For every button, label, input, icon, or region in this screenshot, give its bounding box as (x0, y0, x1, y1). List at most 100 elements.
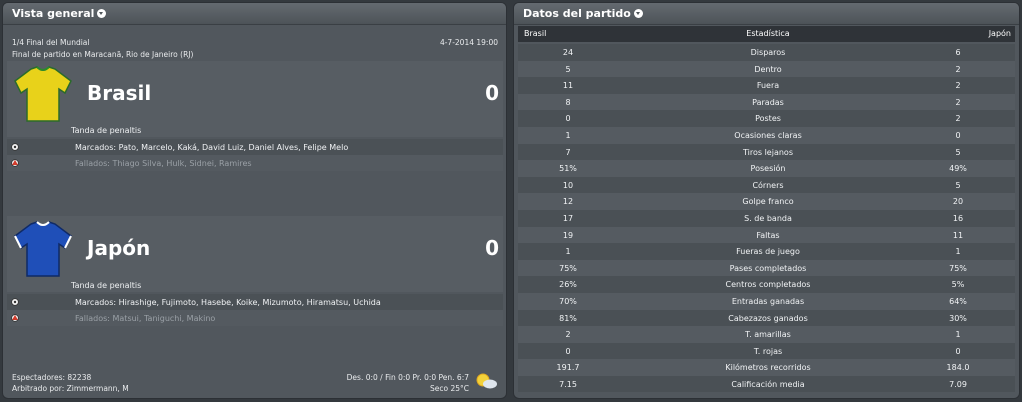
match-venue: Final de partido en Maracanã, Rio de Jan… (12, 50, 194, 59)
stat-row: 17 S. de banda 16 (518, 209, 1015, 227)
stat-label: Centros completados (725, 280, 811, 290)
stats-table-body: 24 Disparos 6 5 Dentro 2 11 Fuera 2 8 Paradas 2 0 Pos… (518, 44, 1015, 393)
stat-label: Posesión (750, 164, 786, 174)
column-stat[interactable]: Estadística (668, 29, 868, 38)
stat-row: 51% Posesión 49% (518, 160, 1015, 177)
stat-home-value: 10 (562, 180, 574, 190)
stat-row: 5 Dentro 2 (518, 60, 1015, 78)
stat-label: Fueras de juego (736, 247, 800, 257)
stat-label: Pases completados (729, 263, 807, 273)
ball-icon (11, 143, 19, 151)
stat-away-value: 6 (955, 48, 961, 57)
dropdown-icon[interactable] (97, 9, 107, 18)
stats-header[interactable]: Datos del partido (514, 3, 1019, 25)
stat-away-value: 5 (955, 147, 961, 157)
stat-away-value: 7.09 (949, 379, 967, 389)
stat-away-value: 2 (955, 114, 961, 124)
stat-away-value: 11 (952, 230, 964, 240)
away-missed-text: Fallados: Matsui, Taniguchi, Makino (75, 313, 216, 323)
stat-home-value: 26% (559, 280, 577, 290)
home-penalties-label: Tanda de penaltis (71, 126, 142, 135)
stat-away-value: 5 (955, 180, 961, 190)
stat-away-value: 64% (949, 296, 967, 306)
match-stats-panel: Datos del partido Brasil Estadística Jap… (513, 2, 1020, 399)
home-team-score: 0 (485, 81, 499, 105)
stat-label: Ocasiones claras (734, 130, 802, 140)
stat-away-value: 2 (955, 64, 961, 74)
stat-away-value: 20 (952, 197, 964, 207)
stat-label: Fuera (756, 81, 780, 91)
stat-home-value: 7 (565, 147, 571, 157)
stat-row: 1 Ocasiones claras 0 (518, 126, 1015, 144)
missed-ball-icon (11, 314, 19, 322)
stat-row: 0 T. rojas 0 (518, 342, 1015, 360)
stat-label: T. amarillas (745, 330, 791, 340)
ball-icon (11, 298, 19, 306)
stat-away-value: 1 (955, 330, 961, 340)
stat-home-value: 2 (565, 330, 571, 340)
stat-row: 81% Cabezazos ganados 30% (518, 309, 1015, 327)
away-shirt-icon (14, 221, 72, 277)
away-missed-row: Fallados: Matsui, Taniguchi, Makino (7, 310, 503, 326)
home-scored-text: Marcados: Pato, Marcelo, Kaká, David Lui… (75, 142, 349, 152)
stat-home-value: 19 (562, 230, 574, 240)
away-scored-text: Marcados: Hirashige, Fujimoto, Hasebe, K… (75, 297, 381, 307)
stat-label: Dentro (754, 64, 782, 74)
stat-row: 2 T. amarillas 1 (518, 326, 1015, 343)
stat-away-value: 16 (952, 213, 964, 223)
stat-home-value: 75% (559, 263, 577, 273)
away-team-score: 0 (485, 236, 499, 260)
stat-row: 1 Fueras de juego 1 (518, 243, 1015, 260)
stat-home-value: 12 (562, 197, 574, 207)
home-team-name[interactable]: Brasil (87, 81, 151, 105)
stat-home-value: 70% (559, 296, 577, 306)
stat-row: 7 Tiros lejanos 5 (518, 143, 1015, 161)
stat-away-value: 0 (955, 346, 961, 356)
stat-label: T. rojas (753, 346, 783, 356)
stat-home-value: 11 (562, 81, 574, 91)
stat-row: 7.15 Calificación media 7.09 (518, 375, 1015, 393)
column-away[interactable]: Japón (989, 29, 1011, 38)
stat-away-value: 5% (951, 280, 965, 290)
away-team-name[interactable]: Japón (87, 236, 150, 260)
stat-home-value: 24 (562, 48, 574, 57)
stat-row: 10 Córners 5 (518, 176, 1015, 194)
stat-away-value: 75% (949, 263, 967, 273)
stat-away-value: 184.0 (946, 363, 970, 373)
stat-label: Disparos (750, 48, 786, 57)
stat-row: 8 Paradas 2 (518, 93, 1015, 111)
missed-ball-icon (11, 159, 19, 167)
stat-label: Entradas ganadas (731, 296, 805, 306)
stat-away-value: 2 (955, 97, 961, 107)
stat-label: Postes (755, 114, 781, 124)
weather-text: Seco 25°C (429, 384, 469, 393)
home-missed-text: Fallados: Thiago Silva, Hulk, Sidnei, Ra… (75, 158, 252, 168)
stat-row: 24 Disparos 6 (518, 44, 1015, 61)
stat-row: 19 Faltas 11 (518, 226, 1015, 244)
stat-home-value: 1 (565, 247, 571, 257)
away-scored-row: Marcados: Hirashige, Fujimoto, Hasebe, K… (7, 294, 503, 310)
stat-row: 12 Golpe franco 20 (518, 193, 1015, 210)
stat-home-value: 0 (565, 114, 571, 124)
stat-label: Paradas (752, 97, 784, 107)
stat-home-value: 51% (559, 164, 577, 174)
home-scored-row: Marcados: Pato, Marcelo, Kaká, David Lui… (7, 139, 503, 155)
stat-away-value: 1 (955, 247, 961, 257)
stat-home-value: 8 (565, 97, 571, 107)
stat-home-value: 81% (559, 313, 577, 323)
dropdown-icon[interactable] (633, 9, 643, 18)
stat-away-value: 2 (955, 81, 961, 91)
stat-home-value: 1 (565, 130, 571, 140)
match-extra-info: Des. 0:0 / Fin 0:0 Pr. 0:0 Pen. 6:7 (346, 373, 469, 382)
match-round: 1/4 Final del Mundial (12, 38, 90, 47)
stat-away-value: 0 (955, 130, 961, 140)
overview-header[interactable]: Vista general (3, 3, 506, 25)
stat-label: Cabezazos ganados (728, 313, 808, 323)
stat-home-value: 0 (565, 346, 571, 356)
stat-label: Tiros lejanos (743, 147, 793, 157)
home-missed-row: Fallados: Thiago Silva, Hulk, Sidnei, Ra… (7, 155, 503, 171)
stat-label: Faltas (756, 230, 780, 240)
stat-home-value: 5 (565, 64, 571, 74)
column-home[interactable]: Brasil (524, 29, 546, 38)
stats-title: Datos del partido (523, 7, 631, 20)
